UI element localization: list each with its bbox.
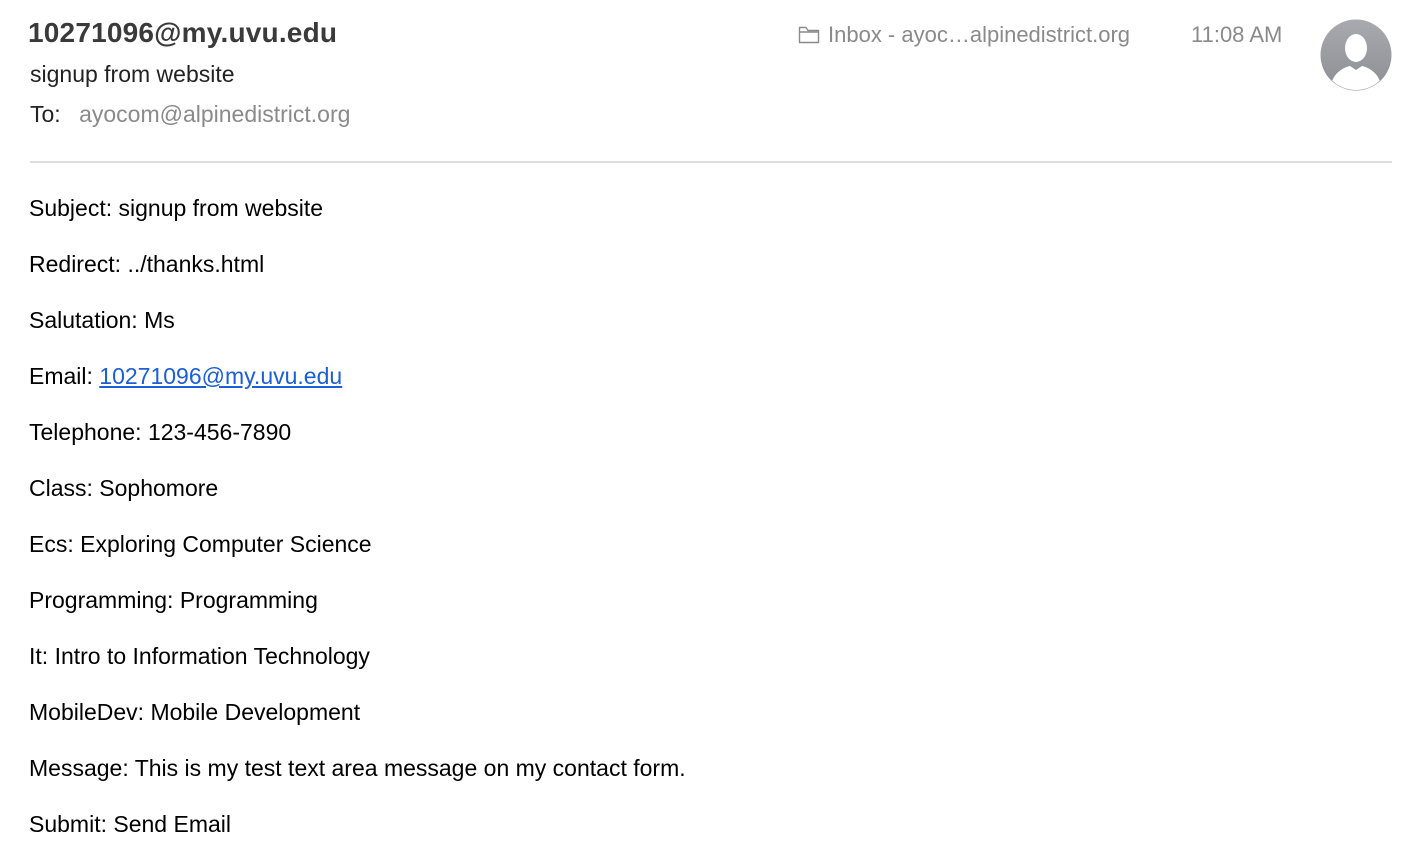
field-value: Exploring Computer Science (80, 531, 372, 557)
field-label: Message: (29, 755, 129, 781)
field-class: Class: Sophomore (29, 474, 1389, 530)
field-label: Subject: (29, 195, 113, 221)
field-label: Submit: (29, 811, 107, 837)
message-subject: signup from website (30, 61, 235, 87)
field-label: Programming: (29, 587, 174, 613)
field-it: It: Intro to Information Technology (29, 642, 1389, 698)
field-label: Ecs: (29, 531, 74, 557)
message-body: Subject: signup from website Redirect: .… (29, 194, 1389, 866)
field-label: Salutation: (29, 307, 138, 333)
field-value: Send Email (113, 811, 231, 837)
field-mobiledev: MobileDev: Mobile Development (29, 698, 1389, 754)
received-time: 11:08 AM (1191, 22, 1283, 47)
field-label: Email: (29, 363, 93, 389)
mailbox-label: Inbox - ayoc…alpinedistrict.org (828, 22, 1131, 47)
recipient-address[interactable]: ayocom@alpinedistrict.org (79, 101, 350, 127)
field-label: Class: (29, 475, 93, 501)
field-value: This is my test text area message on my … (134, 755, 686, 781)
field-email: Email: 10271096@my.uvu.edu (29, 362, 1389, 418)
field-value: Mobile Development (150, 699, 361, 725)
field-telephone: Telephone: 123-456-7890 (29, 418, 1389, 474)
field-value: signup from website (118, 195, 324, 221)
field-value: 123-456-7890 (147, 419, 292, 445)
mailbox-location[interactable]: Inbox - ayoc…alpinedistrict.org (798, 22, 1130, 48)
field-ecs: Ecs: Exploring Computer Science (29, 530, 1389, 586)
to-label: To: (30, 101, 61, 127)
field-label: MobileDev: (29, 699, 145, 725)
sender-address[interactable]: 10271096@my.uvu.edu (28, 17, 337, 49)
field-message: Message: This is my test text area messa… (29, 754, 1389, 810)
email-viewer: 10271096@my.uvu.edu signup from website … (0, 0, 1422, 866)
field-programming: Programming: Programming (29, 586, 1389, 642)
folder-icon (798, 26, 820, 44)
field-submit: Submit: Send Email (29, 810, 1389, 866)
field-label: It: (29, 643, 49, 669)
field-value: Intro to Information Technology (54, 643, 370, 669)
field-salutation: Salutation: Ms (29, 306, 1389, 362)
field-label: Redirect: (29, 251, 122, 277)
field-label: Telephone: (29, 419, 142, 445)
message-header: 10271096@my.uvu.edu signup from website … (0, 0, 1422, 140)
header-divider (30, 161, 1392, 163)
email-link[interactable]: 10271096@my.uvu.edu (99, 363, 342, 389)
recipient-row: To: ayocom@alpinedistrict.org (30, 101, 350, 128)
field-value: Sophomore (99, 475, 219, 501)
field-value: Ms (144, 307, 175, 333)
field-value: Programming (179, 587, 318, 613)
field-redirect: Redirect: ../thanks.html (29, 250, 1389, 306)
field-subject: Subject: signup from website (29, 194, 1389, 250)
person-silhouette-icon[interactable] (1320, 19, 1392, 91)
field-value: ../thanks.html (127, 251, 265, 277)
